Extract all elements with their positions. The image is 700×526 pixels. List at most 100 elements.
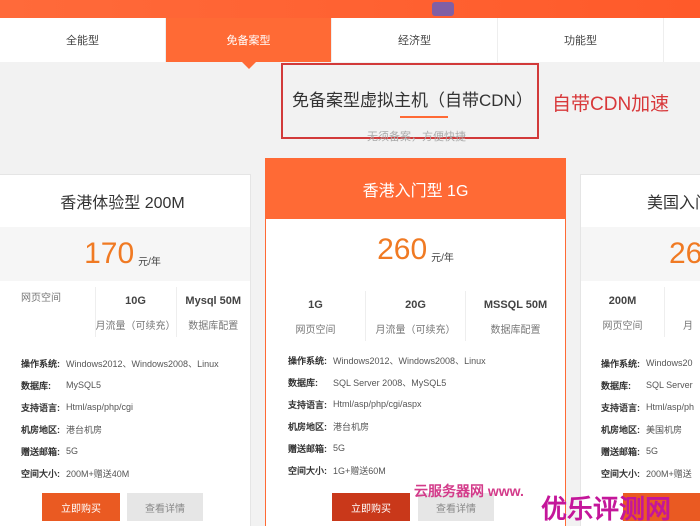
spec-traffic: 20G 月流量（可续充） [366,291,466,341]
detail-row: 机房地区: 港台机房 [21,418,219,440]
detail-value: Windows2012、Windows2008、Linux [66,358,219,369]
price-unit: 元/年 [138,256,161,268]
spec-value: 1G [308,299,323,311]
detail-value: Windows20 [646,358,693,368]
spec-traffic: 10G 月流量（可续充） [96,287,177,337]
detail-key: 赠送邮箱: [21,446,60,457]
detail-key: 机房地区: [601,424,640,435]
plan-card-hk-entry: 香港入门型 1G 260 元/年 1G 网页空间 20G 月流量（可续充） MS… [265,158,566,526]
detail-row: 赠送邮箱: 5G [288,437,486,459]
plan-price: 170 [84,237,135,270]
detail-value: SQL Server [646,380,693,390]
plan-title: 香港体验型 200M [60,195,185,212]
buy-now-button[interactable]: 立即购买 [42,493,120,521]
tab-more[interactable] [664,18,700,62]
spec-label: 网页空间 [295,325,336,336]
tab-economy[interactable]: 经济型 [332,18,498,62]
detail-key: 数据库: [21,380,51,391]
spec-web-space: 1G 网页空间 [266,291,366,341]
detail-row: 操作系统: Windows2012、Windows2008、Linux [21,352,219,374]
detail-row: 操作系统: Windows20 [601,352,694,374]
plan-price: 26 [669,237,700,270]
plan-details: 操作系统: Windows2012、Windows2008、Linux 数据库: S… [288,349,486,481]
detail-row: 支持语言: Html/asp/ph [601,396,694,418]
detail-key: 数据库: [601,380,631,391]
spec-label: 数据库配置 [188,321,239,332]
spec-value: 10G [125,295,146,307]
detail-row: 空间大小: 1G+赠送60M [288,459,486,481]
price-row: 260 元/年 [266,219,565,281]
detail-value: 5G [333,443,346,453]
detail-row: 支持语言: Html/asp/php/cgi/aspx [288,393,486,415]
detail-key: 空间大小: [21,468,60,479]
plan-title: 香港入门型 1G [266,159,565,219]
detail-value: MySQL5 [66,380,102,390]
spec-label: 月流量（可续充） [375,325,456,336]
tab-all-round[interactable]: 全能型 [0,18,166,62]
spec-web-space: 网页空间 [0,287,96,337]
spec-label: 网页空间 [602,321,643,332]
spec-row: 网页空间 10G 月流量（可续充） Mysql 50M 数据库配置 [0,287,250,337]
detail-key: 机房地区: [288,421,327,432]
section-heading: 免备案型虚拟主机（自带CDN） [292,91,533,110]
detail-key: 赠送邮箱: [288,443,327,454]
detail-key: 操作系统: [601,358,640,369]
detail-key: 空间大小: [601,468,640,479]
plan-details: 操作系统: Windows2012、Windows2008、Linux 数据库: M… [21,352,219,484]
price-unit: 元/年 [431,252,454,264]
detail-value: Html/asp/ph [646,402,695,412]
detail-row: 空间大小: 200M+赠送40M [21,462,219,484]
spec-row: 200M 网页空间 月 [581,287,700,337]
plan-card-hk-trial: 香港体验型 200M 170 元/年 网页空间 10G 月流量（可续充） Mys… [0,174,251,526]
tab-feature[interactable]: 功能型 [498,18,664,62]
tab-no-filing[interactable]: 免备案型 [166,18,332,69]
detail-row: 机房地区: 美国机房 [601,418,694,440]
detail-key: 数据库: [288,377,318,388]
spec-value: 20G [405,299,426,311]
spec-database: MSSQL 50M 数据库配置 [466,291,565,341]
plan-details: 操作系统: Windows20 数据库: SQL Server 支持语言: Html/… [601,352,694,484]
buy-now-button[interactable]: 立即购买 [332,493,410,521]
detail-value: 5G [646,446,659,456]
spec-label: 月流量（可续充） [95,321,176,332]
view-details-button[interactable]: 查看详情 [127,493,203,521]
detail-row: 数据库: SQL Server 2008、MySQL5 [288,371,486,393]
detail-row: 数据库: SQL Server [601,374,694,396]
detail-row: 操作系统: Windows2012、Windows2008、Linux [288,349,486,371]
plan-price: 260 [377,233,428,266]
detail-key: 赠送邮箱: [601,446,640,457]
detail-key: 操作系统: [21,358,60,369]
banner-logo-icon [432,2,454,16]
detail-value: 美国机房 [646,424,683,435]
detail-key: 支持语言: [288,399,327,410]
detail-value: 5G [66,446,79,456]
price-row: 170 元/年 [0,227,250,281]
spec-value: 200M [608,295,637,307]
detail-row: 赠送邮箱: 5G [21,440,219,462]
detail-key: 支持语言: [21,402,60,413]
plan-card-us-entry: 美国入门 26 200M 网页空间 月 操作系统: Windows20 数据库: S… [580,174,700,526]
detail-value: 200M+赠送40M [66,468,130,479]
detail-row: 数据库: MySQL5 [21,374,219,396]
spec-traffic: 月 [665,287,700,337]
cdn-callout: 自带CDN加速 [552,94,670,115]
spec-value: Mysql 50M [185,295,242,307]
spec-label: 数据库配置 [490,325,541,336]
section-subheading: 无须备案，方便快捷 [367,131,466,143]
detail-row: 空间大小: 200M+赠送 [601,462,694,484]
detail-key: 操作系统: [288,355,327,366]
detail-value: 港台机房 [333,421,370,432]
detail-key: 空间大小: [288,465,327,476]
top-banner [0,0,700,18]
watermark-small: 云服务器网 www. [414,483,524,499]
detail-row: 赠送邮箱: 5G [601,440,694,462]
detail-value: SQL Server 2008、MySQL5 [333,377,447,388]
spec-label: 月 [683,321,693,332]
detail-key: 机房地区: [21,424,60,435]
spec-web-space: 200M 网页空间 [581,287,665,337]
watermark-large: 优乐评测网 [541,494,672,524]
spec-row: 1G 网页空间 20G 月流量（可续充） MSSQL 50M 数据库配置 [266,291,565,341]
heading-underline [400,116,448,118]
detail-value: 港台机房 [66,424,103,435]
detail-value: 200M+赠送 [646,468,692,479]
